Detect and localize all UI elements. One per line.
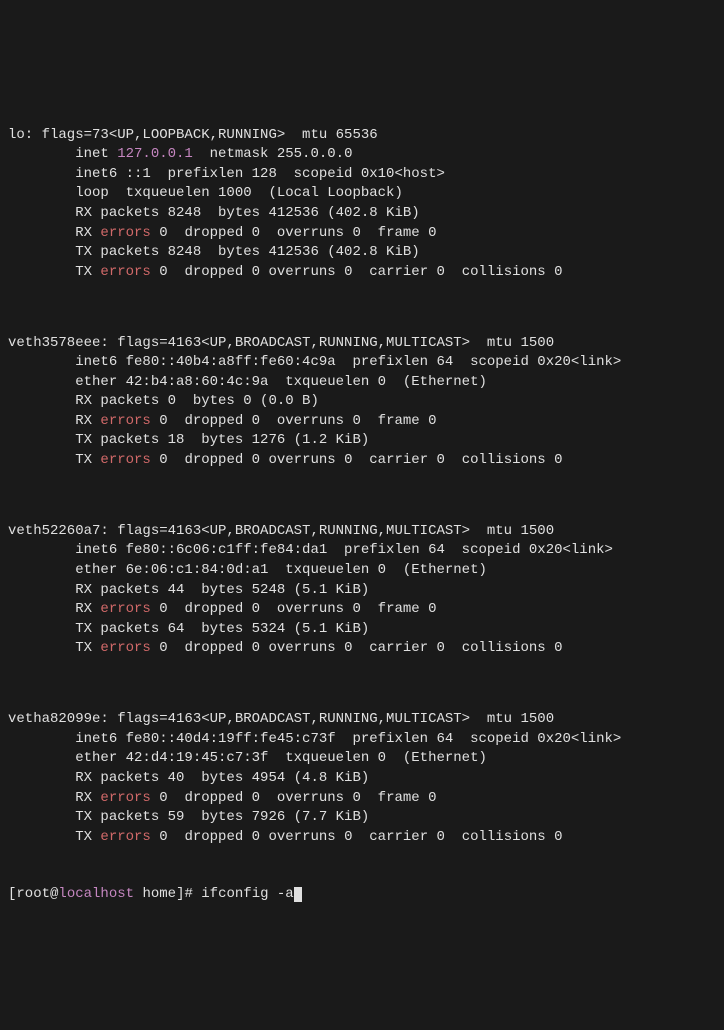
prompt-at: @ bbox=[50, 886, 58, 902]
tx-err-post: 0 dropped 0 overruns 0 carrier 0 collisi… bbox=[151, 640, 563, 656]
rx-err-post: 0 dropped 0 overruns 0 frame 0 bbox=[151, 413, 437, 429]
tx-pkts: TX packets 64 bytes 5324 (5.1 KiB) bbox=[8, 621, 369, 637]
rx-err-pre: RX bbox=[8, 225, 100, 241]
tx-err-pre: TX bbox=[8, 640, 100, 656]
tx-err-pre: TX bbox=[8, 452, 100, 468]
tx-pkts: TX packets 8248 bytes 412536 (402.8 KiB) bbox=[8, 244, 420, 260]
inet6-line: inet6 fe80::40b4:a8ff:fe60:4c9a prefixle… bbox=[8, 354, 621, 370]
prompt-user: root bbox=[16, 886, 50, 902]
rx-err-word: errors bbox=[100, 225, 150, 241]
tx-err-word: errors bbox=[100, 452, 150, 468]
tx-err-word: errors bbox=[100, 640, 150, 656]
extra-line: ether 42:d4:19:45:c7:3f txqueuelen 0 (Et… bbox=[8, 750, 487, 766]
rx-err-post: 0 dropped 0 overruns 0 frame 0 bbox=[151, 790, 437, 806]
prompt-line[interactable]: [root@localhost home]# ifconfig -a bbox=[8, 885, 716, 905]
tx-err-pre: TX bbox=[8, 264, 100, 280]
flags-line: veth3578eee: flags=4163<UP,BROADCAST,RUN… bbox=[8, 335, 554, 351]
inet6-line: inet6 ::1 prefixlen 128 scopeid 0x10<hos… bbox=[8, 166, 445, 182]
flags-line: veth52260a7: flags=4163<UP,BROADCAST,RUN… bbox=[8, 523, 554, 539]
prompt-lbracket: [ bbox=[8, 886, 16, 902]
rx-err-post: 0 dropped 0 overruns 0 frame 0 bbox=[151, 601, 437, 617]
extra-line: loop txqueuelen 1000 (Local Loopback) bbox=[8, 185, 403, 201]
iface-block-lo: lo: flags=73<UP,LOOPBACK,RUNNING> mtu 65… bbox=[8, 106, 716, 282]
prompt-rbracket: ]# bbox=[176, 886, 201, 902]
rx-err-post: 0 dropped 0 overruns 0 frame 0 bbox=[151, 225, 437, 241]
rx-pkts: RX packets 8248 bytes 412536 (402.8 KiB) bbox=[8, 205, 420, 221]
flags-line: vetha82099e: flags=4163<UP,BROADCAST,RUN… bbox=[8, 711, 554, 727]
cursor-icon bbox=[294, 887, 302, 902]
tx-err-post: 0 dropped 0 overruns 0 carrier 0 collisi… bbox=[151, 452, 563, 468]
tx-err-word: errors bbox=[100, 264, 150, 280]
inet-pre: inet bbox=[8, 146, 117, 162]
tx-err-word: errors bbox=[100, 829, 150, 845]
prompt-dir: home bbox=[134, 886, 176, 902]
rx-err-pre: RX bbox=[8, 790, 100, 806]
tx-pkts: TX packets 59 bytes 7926 (7.7 KiB) bbox=[8, 809, 369, 825]
iface-block-veth3578eee: veth3578eee: flags=4163<UP,BROADCAST,RUN… bbox=[8, 314, 716, 471]
inet-post: netmask 255.0.0.0 bbox=[193, 146, 353, 162]
terminal-output: lo: flags=73<UP,LOOPBACK,RUNNING> mtu 65… bbox=[8, 86, 716, 924]
tx-err-post: 0 dropped 0 overruns 0 carrier 0 collisi… bbox=[151, 829, 563, 845]
rx-err-word: errors bbox=[100, 413, 150, 429]
rx-pkts: RX packets 44 bytes 5248 (5.1 KiB) bbox=[8, 582, 369, 598]
inet6-line: inet6 fe80::6c06:c1ff:fe84:da1 prefixlen… bbox=[8, 542, 613, 558]
prompt-host: localhost bbox=[58, 886, 134, 902]
inet6-line: inet6 fe80::40d4:19ff:fe45:c73f prefixle… bbox=[8, 731, 621, 747]
tx-pkts: TX packets 18 bytes 1276 (1.2 KiB) bbox=[8, 432, 369, 448]
extra-line: ether 6e:06:c1:84:0d:a1 txqueuelen 0 (Et… bbox=[8, 562, 487, 578]
rx-err-pre: RX bbox=[8, 601, 100, 617]
rx-err-word: errors bbox=[100, 790, 150, 806]
rx-pkts: RX packets 0 bytes 0 (0.0 B) bbox=[8, 393, 319, 409]
rx-err-word: errors bbox=[100, 601, 150, 617]
iface-block-veth52260a7: veth52260a7: flags=4163<UP,BROADCAST,RUN… bbox=[8, 502, 716, 659]
rx-err-pre: RX bbox=[8, 413, 100, 429]
inet-ip: 127.0.0.1 bbox=[117, 146, 193, 162]
tx-err-post: 0 dropped 0 overruns 0 carrier 0 collisi… bbox=[151, 264, 563, 280]
prompt-command[interactable]: ifconfig -a bbox=[201, 886, 293, 902]
extra-line: ether 42:b4:a8:60:4c:9a txqueuelen 0 (Et… bbox=[8, 374, 487, 390]
iface-block-vetha82099e: vetha82099e: flags=4163<UP,BROADCAST,RUN… bbox=[8, 691, 716, 848]
rx-pkts: RX packets 40 bytes 4954 (4.8 KiB) bbox=[8, 770, 369, 786]
flags-line: lo: flags=73<UP,LOOPBACK,RUNNING> mtu 65… bbox=[8, 127, 378, 143]
tx-err-pre: TX bbox=[8, 829, 100, 845]
